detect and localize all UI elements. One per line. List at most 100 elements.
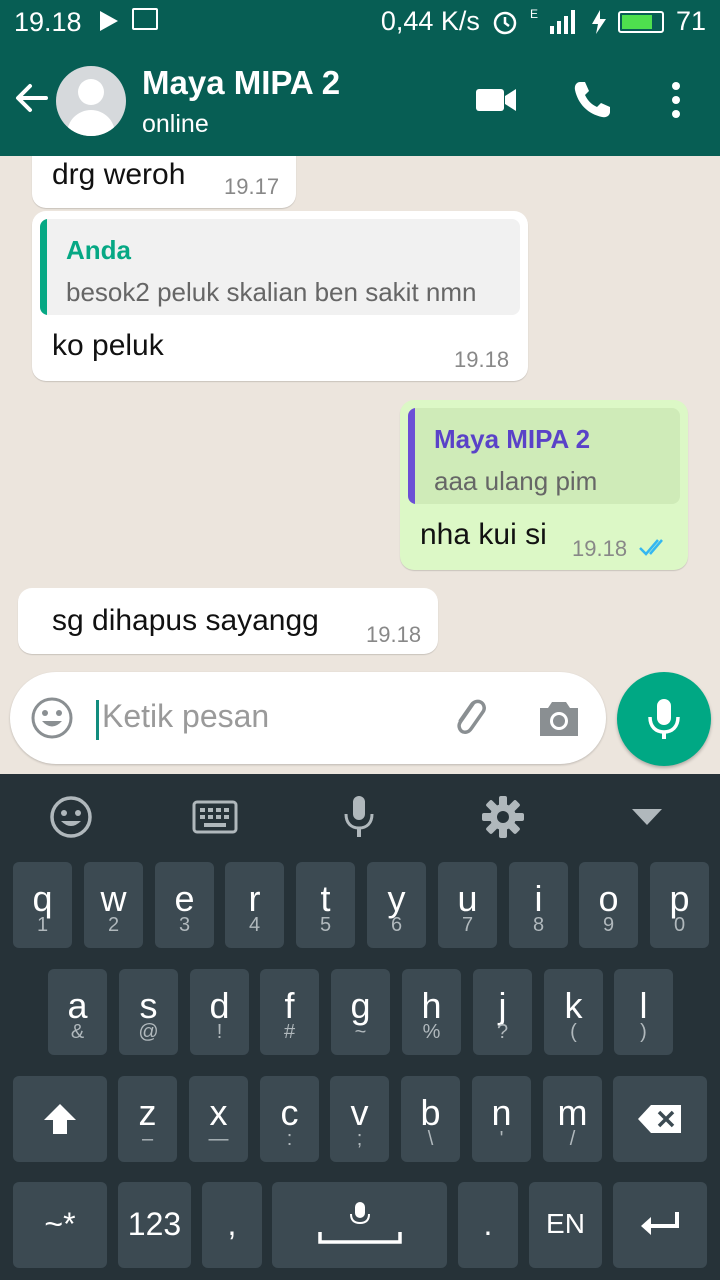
- key-secondary-symbol: :: [286, 1128, 293, 1150]
- quote-text: besok2 peluk skalian ben sakit nmn: [66, 277, 477, 307]
- key-secondary-symbol: ?: [496, 1021, 509, 1043]
- enter-key[interactable]: [613, 1182, 707, 1268]
- avatar-head: [78, 79, 104, 105]
- key-k[interactable]: k(: [544, 969, 603, 1055]
- voice-message-button[interactable]: [617, 672, 711, 766]
- period-key-label: .: [483, 1206, 493, 1242]
- status-time: 19.18: [14, 7, 82, 37]
- alarm-icon: [493, 11, 517, 34]
- key-secondary-symbol: —: [208, 1128, 229, 1150]
- image-notification-icon: [132, 8, 158, 30]
- key-u[interactable]: u7: [438, 862, 497, 948]
- camera-icon[interactable]: [536, 696, 582, 740]
- battery-level: 71: [675, 6, 706, 36]
- key-d[interactable]: d!: [190, 969, 249, 1055]
- charging-icon: [591, 9, 606, 34]
- space-mic-icon: [318, 1202, 402, 1244]
- key-a[interactable]: a &: [48, 969, 107, 1055]
- key-w[interactable]: w2: [84, 862, 143, 948]
- voice-input-icon[interactable]: [334, 792, 384, 842]
- contact-avatar[interactable]: [56, 66, 126, 136]
- network-speed: 0,44 K/s: [380, 6, 480, 36]
- key-h[interactable]: h%: [402, 969, 461, 1055]
- settings-gear-icon[interactable]: [478, 792, 528, 842]
- contact-name[interactable]: Maya MIPA 2: [142, 64, 340, 102]
- message-time: 19.17: [224, 174, 280, 199]
- key-y[interactable]: y6: [367, 862, 426, 948]
- key-secondary-symbol: %: [422, 1021, 441, 1043]
- key-secondary-symbol: 8: [532, 914, 545, 936]
- hide-keyboard-icon[interactable]: [622, 792, 672, 842]
- message-composer[interactable]: Ketik pesan: [10, 672, 606, 764]
- voice-call-icon[interactable]: [570, 78, 614, 122]
- numbers-key-label: 123: [127, 1206, 182, 1242]
- numbers-key[interactable]: 123: [118, 1182, 191, 1268]
- message-time: 19.18: [572, 536, 628, 561]
- status-bar: 19.18 0,44 K/s E 71: [0, 0, 720, 44]
- language-key[interactable]: EN: [529, 1182, 602, 1268]
- key-o[interactable]: o9: [579, 862, 638, 948]
- key-l[interactable]: l): [614, 969, 673, 1055]
- play-icon: [100, 11, 118, 31]
- message-incoming[interactable]: drg weroh 19.17: [32, 156, 296, 208]
- key-n[interactable]: n ': [472, 1076, 531, 1162]
- quoted-message[interactable]: Maya MIPA 2 aaa ulang pim: [408, 408, 680, 504]
- period-key[interactable]: .: [458, 1182, 518, 1268]
- message-incoming-reply[interactable]: Anda besok2 peluk skalian ben sakit nmn …: [32, 211, 528, 381]
- key-r[interactable]: r4: [225, 862, 284, 948]
- keyboard-layout-icon[interactable]: [190, 792, 240, 842]
- attach-icon[interactable]: [446, 694, 494, 742]
- keyboard-emoji-icon[interactable]: [46, 792, 96, 842]
- backspace-key[interactable]: [613, 1076, 707, 1162]
- key-b[interactable]: b \: [401, 1076, 460, 1162]
- key-e[interactable]: e3: [155, 862, 214, 948]
- symbols-key[interactable]: ~*: [13, 1182, 107, 1268]
- key-secondary-symbol: 6: [390, 914, 403, 936]
- symbols-key-label: ~*: [44, 1206, 76, 1242]
- comma-key[interactable]: ,: [202, 1182, 262, 1268]
- quote-author: Anda: [66, 235, 131, 265]
- key-m[interactable]: m /: [543, 1076, 602, 1162]
- back-arrow-icon[interactable]: [12, 78, 52, 118]
- message-outgoing-reply[interactable]: Maya MIPA 2 aaa ulang pim nha kui si 19.…: [400, 400, 688, 570]
- more-options-icon[interactable]: [654, 78, 698, 122]
- key-q[interactable]: q1: [13, 862, 72, 948]
- key-secondary-symbol: (: [570, 1021, 577, 1043]
- key-secondary-symbol: ): [640, 1021, 647, 1043]
- space-key[interactable]: [272, 1182, 447, 1268]
- key-p[interactable]: p0: [650, 862, 709, 948]
- message-incoming[interactable]: sg dihapus sayangg 19.18: [18, 588, 438, 654]
- video-call-icon[interactable]: [474, 78, 518, 122]
- key-secondary-symbol: ': [499, 1128, 504, 1150]
- key-s[interactable]: s @: [119, 969, 178, 1055]
- key-t[interactable]: t5: [296, 862, 355, 948]
- key-secondary-symbol: \: [427, 1128, 434, 1150]
- message-input[interactable]: Ketik pesan: [102, 698, 269, 735]
- microphone-icon: [648, 699, 680, 739]
- key-i[interactable]: i8: [509, 862, 568, 948]
- quote-text: aaa ulang pim: [434, 466, 598, 496]
- emoji-icon[interactable]: [30, 696, 74, 740]
- message-text: drg weroh: [52, 158, 186, 191]
- shift-arrow-icon: [44, 1104, 76, 1134]
- key-z[interactable]: z –: [118, 1076, 177, 1162]
- key-g[interactable]: g ~: [331, 969, 390, 1055]
- battery-icon: [617, 10, 664, 33]
- avatar-body: [67, 110, 115, 136]
- quoted-message[interactable]: Anda besok2 peluk skalian ben sakit nmn: [40, 219, 520, 315]
- key-v[interactable]: v;: [330, 1076, 389, 1162]
- key-secondary-symbol: 4: [248, 914, 261, 936]
- key-secondary-symbol: 2: [107, 914, 120, 936]
- key-x[interactable]: x —: [189, 1076, 248, 1162]
- key-f[interactable]: f #: [260, 969, 319, 1055]
- key-c[interactable]: c:: [260, 1076, 319, 1162]
- message-text: sg dihapus sayangg: [52, 604, 319, 637]
- chat-header: Maya MIPA 2 online: [0, 44, 720, 156]
- key-secondary-symbol: –: [141, 1128, 154, 1150]
- shift-key[interactable]: [13, 1076, 107, 1162]
- message-time: 19.18: [454, 347, 510, 372]
- signal-icon: [549, 9, 575, 34]
- read-receipt-icon: [639, 539, 663, 556]
- key-j[interactable]: j?: [473, 969, 532, 1055]
- message-text: ko peluk: [52, 329, 164, 362]
